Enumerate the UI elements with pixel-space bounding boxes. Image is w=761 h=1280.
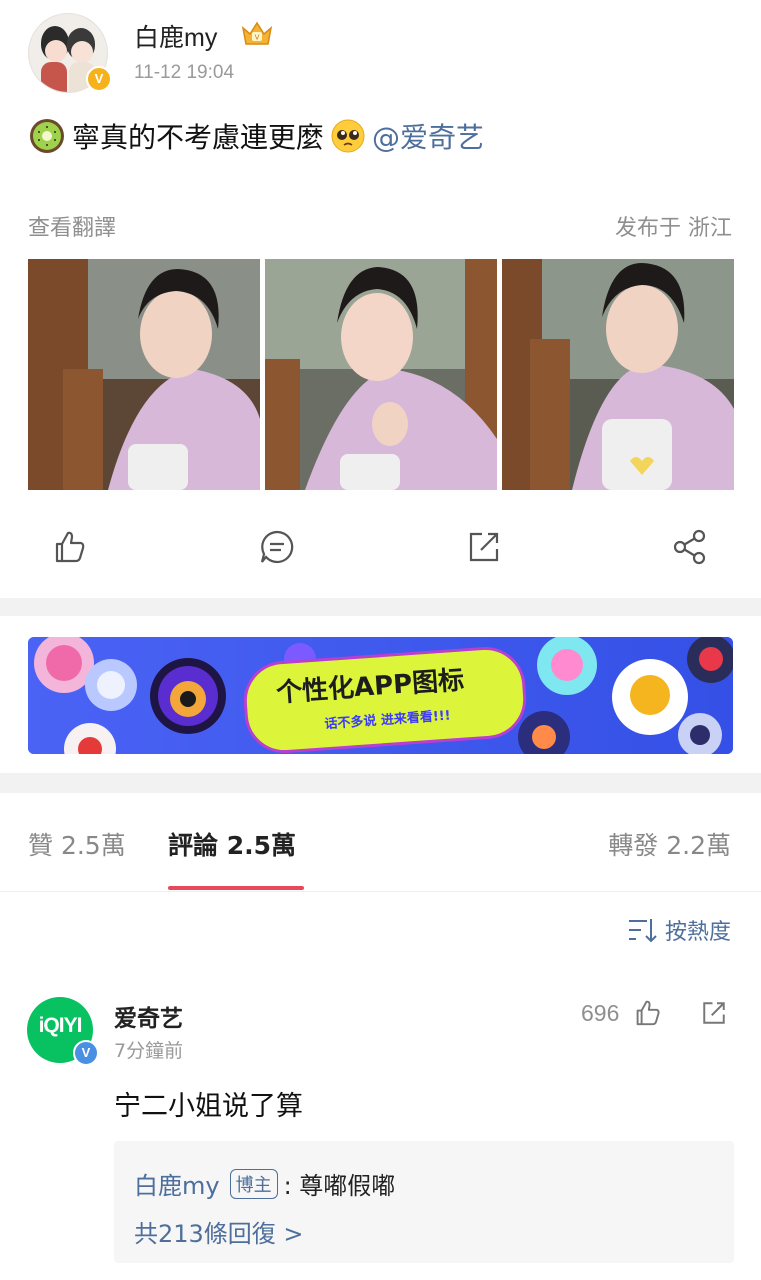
active-tab-indicator [168,886,304,890]
like-button[interactable] [50,527,90,567]
comment-like-count: 696 [581,1000,620,1026]
banner-subtitle: 话不多说 进来看看!!! [324,708,452,733]
reply-preview[interactable]: 白鹿my 博主 : 尊嘟假嘟 共213條回復 > [114,1141,734,1263]
verified-badge: V [86,66,112,92]
repost-button[interactable] [464,527,504,567]
thumb-up-icon [55,531,85,563]
post-text: 寧真的不考慮連更麼 @爱奇艺 [28,116,484,156]
post-image-1[interactable] [28,259,260,490]
post-time: 11-12 19:04 [134,62,235,83]
banner-title: 个性化APP图标 [275,665,466,709]
commenter-name[interactable]: 爱奇艺 [114,999,183,1033]
reply-user[interactable]: 白鹿my [134,1166,220,1201]
comment-time: 7分鐘前 [114,1040,184,1062]
tab-reposts[interactable]: 轉發 2.2萬 [608,826,731,862]
comment-text: 宁二小姐说了算 [114,1091,303,1122]
reply-text: : 尊嘟假嘟 [283,1172,396,1200]
comment-button[interactable] [257,527,297,567]
sort-by-hot-button[interactable]: 按熱度 [627,914,731,946]
comment-repost-icon[interactable] [699,998,729,1028]
repost-icon [469,532,499,562]
comment-icon [260,530,294,564]
tab-likes[interactable]: 贊 2.5萬 [28,826,126,862]
iqiyi-logo: iQIYI [38,1014,83,1037]
author-tag: 博主 [229,1168,278,1199]
banner-pill: 个性化APP图标 话不多说 进来看看!!! [241,644,529,754]
comment-like-icon[interactable] [632,997,664,1029]
pleading-face-emoji-icon [331,119,365,153]
author-name[interactable]: 白鹿my [134,18,217,54]
svg-text:V: V [255,34,260,42]
sort-icon [628,919,657,943]
section-divider [0,598,761,616]
section-divider [0,773,761,793]
crown-icon: V [241,21,273,45]
translate-link[interactable]: 查看翻譯 [28,210,116,242]
share-icon [673,529,706,565]
post-text-main: 寧真的不考慮連更麼 [72,121,325,154]
mention-link[interactable]: @爱奇艺 [372,116,484,156]
tab-comments[interactable]: 評論 2.5萬 [168,826,296,862]
tab-divider [0,891,761,892]
reply-line: 白鹿my 博主 : 尊嘟假嘟 [134,1166,395,1201]
view-replies-link[interactable]: 共213條回復 > [134,1214,304,1249]
sort-label: 按熱度 [664,920,731,945]
post-image-2[interactable] [265,259,497,490]
commenter-verified-badge: V [73,1040,99,1066]
ad-banner[interactable]: 个性化APP图标 话不多说 进来看看!!! [28,637,733,754]
kiwi-emoji-icon [30,119,64,153]
post-image-3[interactable] [502,259,734,490]
post-location: 发布于 浙江 [615,216,732,241]
share-button[interactable] [670,527,710,567]
